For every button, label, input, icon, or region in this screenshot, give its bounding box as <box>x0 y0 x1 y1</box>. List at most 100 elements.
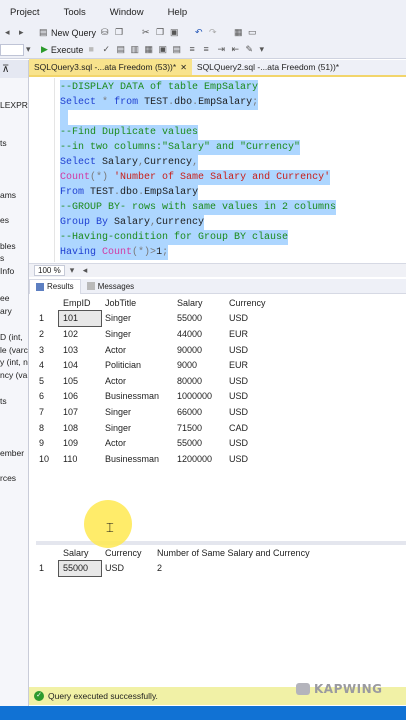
table-cell[interactable]: USD <box>225 311 275 327</box>
table-cell[interactable]: 9000 <box>173 357 225 373</box>
table-cell[interactable]: EUR <box>225 326 275 342</box>
comment-icon[interactable]: ≡ <box>189 45 198 54</box>
parse-icon[interactable]: ✓ <box>102 45 111 54</box>
table-cell[interactable]: Singer <box>101 311 173 327</box>
table-cell[interactable]: 44000 <box>173 326 225 342</box>
table-cell[interactable]: Businessman <box>101 451 173 467</box>
table-cell[interactable]: Actor <box>101 342 173 358</box>
table-cell[interactable]: 55000 <box>173 311 225 327</box>
table-row[interactable]: 3 103 Actor 90000 USD <box>29 342 275 358</box>
table-cell[interactable]: 102 <box>59 326 101 342</box>
close-icon[interactable]: ✕ <box>180 63 187 72</box>
menu-window[interactable]: Window <box>110 7 144 18</box>
table-cell[interactable]: Actor <box>101 435 173 451</box>
table-row[interactable]: 2 102 Singer 44000 EUR <box>29 326 275 342</box>
row-number[interactable]: 1 <box>29 561 59 577</box>
column-header[interactable]: JobTitle <box>101 295 173 311</box>
table-cell[interactable]: 55000 <box>58 559 102 578</box>
table-cell[interactable]: USD <box>225 389 275 405</box>
tree-item[interactable]: ts <box>0 138 7 148</box>
database-selector[interactable] <box>0 43 24 56</box>
table-cell[interactable]: USD <box>225 435 275 451</box>
results-grid-icon[interactable]: ▣ <box>158 45 167 54</box>
table-cell[interactable]: 109 <box>59 435 101 451</box>
table-row[interactable]: 10 110 Businessman 1200000 USD <box>29 451 275 467</box>
paste-icon[interactable]: ▣ <box>170 28 179 37</box>
table-cell[interactable]: USD <box>101 561 153 577</box>
results-file-icon[interactable]: ▤ <box>172 45 181 54</box>
table-cell[interactable]: 104 <box>59 357 101 373</box>
tree-item[interactable]: s <box>0 253 4 263</box>
table-row[interactable]: 5 105 Actor 80000 USD <box>29 373 275 389</box>
row-number[interactable]: 1 <box>29 311 59 327</box>
table-cell[interactable]: Politician <box>101 357 173 373</box>
execute-button[interactable]: ▶ Execute <box>41 44 83 55</box>
row-number[interactable]: 4 <box>29 357 59 373</box>
table-cell[interactable]: 66000 <box>173 404 225 420</box>
grid-icon[interactable]: ▦ <box>234 28 243 37</box>
table-row[interactable]: 1 101 Singer 55000 USD <box>29 309 275 328</box>
table-cell[interactable]: Singer <box>101 404 173 420</box>
forward-icon[interactable]: ▸ <box>19 28 28 37</box>
table-cell[interactable]: 55000 <box>173 435 225 451</box>
column-header[interactable]: Salary <box>173 295 225 311</box>
query-editor[interactable]: --DISPLAY DATA of table EmpSalary Select… <box>29 78 406 262</box>
extra-icon[interactable]: ▭ <box>248 28 257 37</box>
table-cell[interactable]: 106 <box>59 389 101 405</box>
table-cell[interactable]: Singer <box>101 420 173 436</box>
tree-item[interactable]: ncy (va <box>0 370 27 380</box>
table-cell[interactable]: 80000 <box>173 373 225 389</box>
table-cell[interactable]: Singer <box>101 326 173 342</box>
row-number[interactable]: 10 <box>29 451 59 467</box>
row-number[interactable]: 5 <box>29 373 59 389</box>
tree-item[interactable]: y (int, n <box>0 357 28 367</box>
table-cell[interactable]: Actor <box>101 373 173 389</box>
table-cell[interactable]: 1200000 <box>173 451 225 467</box>
tab-sqlquery2[interactable]: SQLQuery2.sql -...ata Freedom (51))* <box>192 59 344 75</box>
specify-values-icon[interactable]: ✎ <box>245 45 254 54</box>
row-number[interactable]: 8 <box>29 420 59 436</box>
toolbar-options-icon[interactable]: ▾ <box>259 45 268 54</box>
table-cell[interactable]: USD <box>225 451 275 467</box>
table-cell[interactable]: USD <box>225 404 275 420</box>
estimated-plan-icon[interactable]: ▤ <box>116 45 125 54</box>
column-header[interactable]: Number of Same Salary and Currency <box>153 545 314 561</box>
column-header[interactable]: Salary <box>59 545 101 561</box>
dropdown-icon[interactable]: ▾ <box>26 45 35 54</box>
uncomment-icon[interactable]: ≡ <box>203 45 212 54</box>
table-cell[interactable]: EUR <box>225 357 275 373</box>
new-query-button[interactable]: ▤ New Query <box>34 28 96 38</box>
back-icon[interactable]: ◂ <box>5 28 14 37</box>
column-header[interactable]: Currency <box>225 295 275 311</box>
table-row[interactable]: 9 109 Actor 55000 USD <box>29 435 275 451</box>
table-cell[interactable]: 71500 <box>173 420 225 436</box>
tree-item[interactable]: D (int, <box>0 332 23 342</box>
table-cell[interactable]: 2 <box>153 561 314 577</box>
tree-item[interactable]: ee <box>0 293 9 303</box>
outdent-icon[interactable]: ⇤ <box>231 45 240 54</box>
intellisense-icon[interactable]: ▥ <box>130 45 139 54</box>
table-row[interactable]: 4 104 Politician 9000 EUR <box>29 357 275 373</box>
tab-messages[interactable]: Messages <box>81 279 140 294</box>
row-number[interactable]: 9 <box>29 435 59 451</box>
tab-results[interactable]: Results <box>29 278 81 294</box>
results-text-icon[interactable]: ▦ <box>144 45 153 54</box>
tree-item[interactable]: le (varc <box>0 345 28 355</box>
scroll-left-icon[interactable]: ◂ <box>83 266 92 275</box>
tree-item[interactable]: ember <box>0 448 24 458</box>
copy-icon[interactable]: ❐ <box>115 28 124 37</box>
menu-help[interactable]: Help <box>168 7 188 18</box>
database-icon[interactable]: ⛁ <box>101 28 110 37</box>
tree-item[interactable]: ary <box>0 306 12 316</box>
table-cell[interactable]: 110 <box>59 451 101 467</box>
row-number[interactable]: 6 <box>29 389 59 405</box>
chevron-down-icon[interactable]: ▾ <box>70 266 79 275</box>
table-cell[interactable]: 107 <box>59 404 101 420</box>
table-cell[interactable]: USD <box>225 342 275 358</box>
tree-item[interactable]: LEXPR <box>0 100 28 110</box>
menu-project[interactable]: Project <box>10 7 40 18</box>
tree-item[interactable]: rces <box>0 473 16 483</box>
tree-item[interactable]: es <box>0 215 9 225</box>
copy2-icon[interactable]: ❐ <box>156 28 165 37</box>
row-number[interactable]: 2 <box>29 326 59 342</box>
